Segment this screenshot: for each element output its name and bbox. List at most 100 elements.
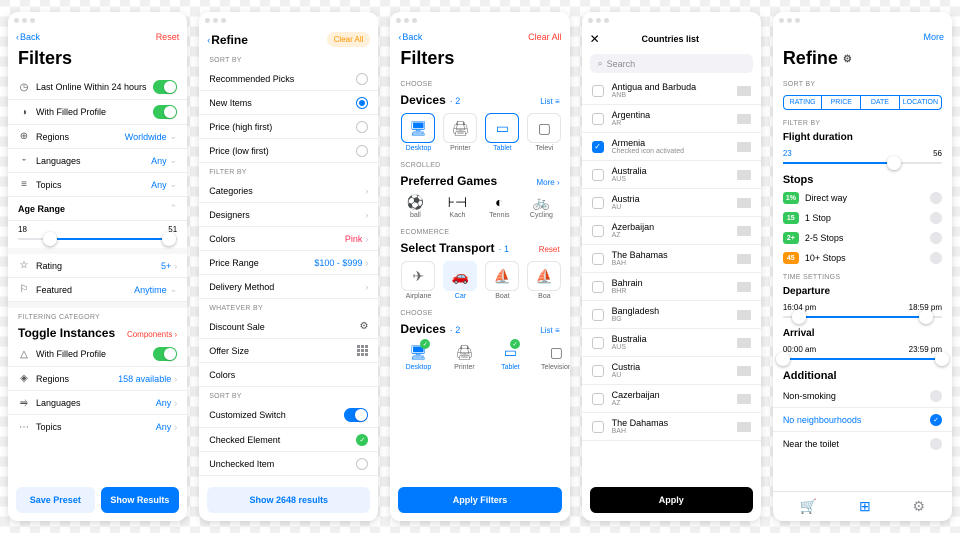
checkbox[interactable] bbox=[592, 197, 604, 209]
radio[interactable] bbox=[356, 97, 368, 109]
filter-delivery[interactable]: Delivery Method› bbox=[199, 275, 378, 299]
row-non-smoking[interactable]: Non-smoking bbox=[773, 384, 952, 408]
arrival-slider[interactable]: 00:00 am23:59 pm bbox=[773, 341, 952, 368]
clear-all-button[interactable]: Clear All bbox=[528, 32, 562, 42]
reset-button[interactable]: Reset bbox=[156, 32, 180, 42]
show-results-button[interactable]: Show 2648 results bbox=[207, 487, 370, 513]
checkbox[interactable]: ✓ bbox=[592, 141, 604, 153]
device-printer[interactable]: 🖨Printer bbox=[442, 113, 478, 152]
row-filled-profile[interactable]: ◑With Filled Profile bbox=[8, 100, 187, 125]
toggle[interactable] bbox=[153, 105, 177, 119]
row-languages[interactable]: ⏑LanguagesAny⌄ bbox=[8, 149, 187, 173]
transport-car[interactable]: 🚗Car bbox=[442, 261, 478, 300]
checkbox[interactable] bbox=[592, 85, 604, 97]
show-results-button[interactable]: Show Results bbox=[101, 487, 180, 513]
transport-airplane[interactable]: ✈Airplane bbox=[400, 261, 436, 300]
country-row[interactable]: ArgentinaAR bbox=[582, 105, 761, 133]
row-discount[interactable]: Discount Sale⚙ bbox=[199, 315, 378, 339]
radio[interactable] bbox=[356, 121, 368, 133]
game-t[interactable]: ⊚T bbox=[568, 194, 569, 219]
row-age-range[interactable]: Age Range⌃ bbox=[8, 197, 187, 221]
device-tablet[interactable]: ▭Tablet bbox=[484, 113, 520, 152]
checkbox[interactable] bbox=[592, 393, 604, 405]
more-link[interactable]: More › bbox=[536, 178, 559, 187]
game-ball[interactable]: ⚽ball bbox=[400, 194, 430, 219]
game-cycling[interactable]: 🚲Cycling bbox=[526, 194, 556, 219]
sort-segment[interactable]: RATING PRICE DATE LOCATION bbox=[783, 95, 942, 110]
toggle-blue[interactable] bbox=[344, 408, 368, 422]
radio[interactable] bbox=[356, 145, 368, 157]
country-row[interactable]: ✓ArmeniaChecked icon activated bbox=[582, 133, 761, 161]
toggle[interactable] bbox=[153, 347, 177, 361]
checkbox[interactable] bbox=[592, 113, 604, 125]
country-row[interactable]: AzerbaijanAZ bbox=[582, 217, 761, 245]
checkbox[interactable] bbox=[592, 169, 604, 181]
row-checked[interactable]: Checked Element✓ bbox=[199, 428, 378, 452]
device-desktop-2[interactable]: 🖥✓Desktop bbox=[400, 342, 436, 371]
list-toggle[interactable]: List ≡ bbox=[540, 97, 559, 106]
cart-tab[interactable]: 🛒 bbox=[800, 498, 817, 515]
seg-location[interactable]: LOCATION bbox=[900, 96, 941, 109]
seg-date[interactable]: DATE bbox=[861, 96, 900, 109]
row-filled-profile-2[interactable]: △With Filled Profile bbox=[8, 342, 187, 367]
row-languages-2[interactable]: ⥤LanguagesAny› bbox=[8, 391, 187, 415]
country-row[interactable]: BangladeshBG bbox=[582, 301, 761, 329]
country-row[interactable]: CustriaAU bbox=[582, 357, 761, 385]
stop-row[interactable]: 2+2-5 Stops bbox=[773, 228, 952, 248]
sort-recommended[interactable]: Recommended Picks bbox=[199, 67, 378, 91]
seg-price[interactable]: PRICE bbox=[822, 96, 861, 109]
back-button[interactable]: ‹ Refine bbox=[207, 33, 248, 47]
radio[interactable] bbox=[356, 73, 368, 85]
transport-boa[interactable]: ⛵Boa bbox=[526, 261, 562, 300]
sort-price-high[interactable]: Price (high first) bbox=[199, 115, 378, 139]
back-button[interactable]: ‹ Back bbox=[16, 32, 40, 42]
country-row[interactable]: The DahamasBAH bbox=[582, 413, 761, 441]
checkbox[interactable] bbox=[592, 309, 604, 321]
checkbox[interactable] bbox=[592, 281, 604, 293]
seg-rating[interactable]: RATING bbox=[784, 96, 823, 109]
filter-designers[interactable]: Designers› bbox=[199, 203, 378, 227]
country-row[interactable]: AustraliaAUS bbox=[582, 161, 761, 189]
device-desktop[interactable]: 🖥Desktop bbox=[400, 113, 436, 152]
device-tablet-2[interactable]: ▭✓Tablet bbox=[492, 342, 528, 371]
row-switch[interactable]: Customized Switch bbox=[199, 403, 378, 428]
search-input[interactable]: ⌕Search bbox=[590, 54, 753, 73]
country-row[interactable]: AustriaAU bbox=[582, 189, 761, 217]
row-regions[interactable]: ⊕RegionsWorldwide⌄ bbox=[8, 125, 187, 149]
row-near-toilet[interactable]: Near the toilet bbox=[773, 432, 952, 456]
components-link[interactable]: Components › bbox=[127, 330, 177, 339]
sort-price-low[interactable]: Price (low first) bbox=[199, 139, 378, 163]
row-regions-2[interactable]: ◈Regions158 available› bbox=[8, 367, 187, 391]
filter-colors[interactable]: ColorsPink› bbox=[199, 227, 378, 251]
device-tv-2[interactable]: ▢Television bbox=[538, 342, 569, 371]
country-row[interactable]: BahrainBHR bbox=[582, 273, 761, 301]
close-button[interactable]: ✕ bbox=[590, 32, 600, 46]
device-printer-2[interactable]: 🖨Printer bbox=[446, 342, 482, 371]
row-featured[interactable]: ⚐FeaturedAnytime⌄ bbox=[8, 278, 187, 302]
game-tennis[interactable]: ◐Tennis bbox=[484, 194, 514, 219]
apply-filters-button[interactable]: Apply Filters bbox=[398, 487, 561, 513]
toggle[interactable] bbox=[153, 80, 177, 94]
country-row[interactable]: CazerbaijanAZ bbox=[582, 385, 761, 413]
save-preset-button[interactable]: Save Preset bbox=[16, 487, 95, 513]
country-row[interactable]: Antigua and BarbudaANB bbox=[582, 77, 761, 105]
departure-slider[interactable]: 16:04 pm18:59 pm bbox=[773, 299, 952, 326]
row-colors-2[interactable]: Colors bbox=[199, 363, 378, 387]
checkbox[interactable] bbox=[592, 421, 604, 433]
settings-tab[interactable]: ⚙ bbox=[913, 498, 926, 515]
back-button[interactable]: ‹ Back bbox=[398, 32, 422, 42]
country-row[interactable]: The BahamasBAH bbox=[582, 245, 761, 273]
checkbox[interactable] bbox=[592, 337, 604, 349]
row-topics[interactable]: ≡TopicsAny⌄ bbox=[8, 173, 187, 197]
grid-tab[interactable]: ⊞ bbox=[859, 498, 871, 515]
transport-boat[interactable]: ⛵Boat bbox=[484, 261, 520, 300]
list-toggle-2[interactable]: List ≡ bbox=[540, 326, 559, 335]
row-last-online[interactable]: ◷Last Online Within 24 hours bbox=[8, 75, 187, 100]
duration-slider[interactable]: 2356 bbox=[773, 145, 952, 172]
sort-new[interactable]: New Items bbox=[199, 91, 378, 115]
device-tv[interactable]: ▢Televi bbox=[526, 113, 562, 152]
checkbox[interactable] bbox=[592, 225, 604, 237]
reset-link[interactable]: Reset bbox=[539, 245, 560, 254]
age-slider[interactable]: 1851 bbox=[8, 221, 187, 248]
filter-categories[interactable]: Categories› bbox=[199, 179, 378, 203]
